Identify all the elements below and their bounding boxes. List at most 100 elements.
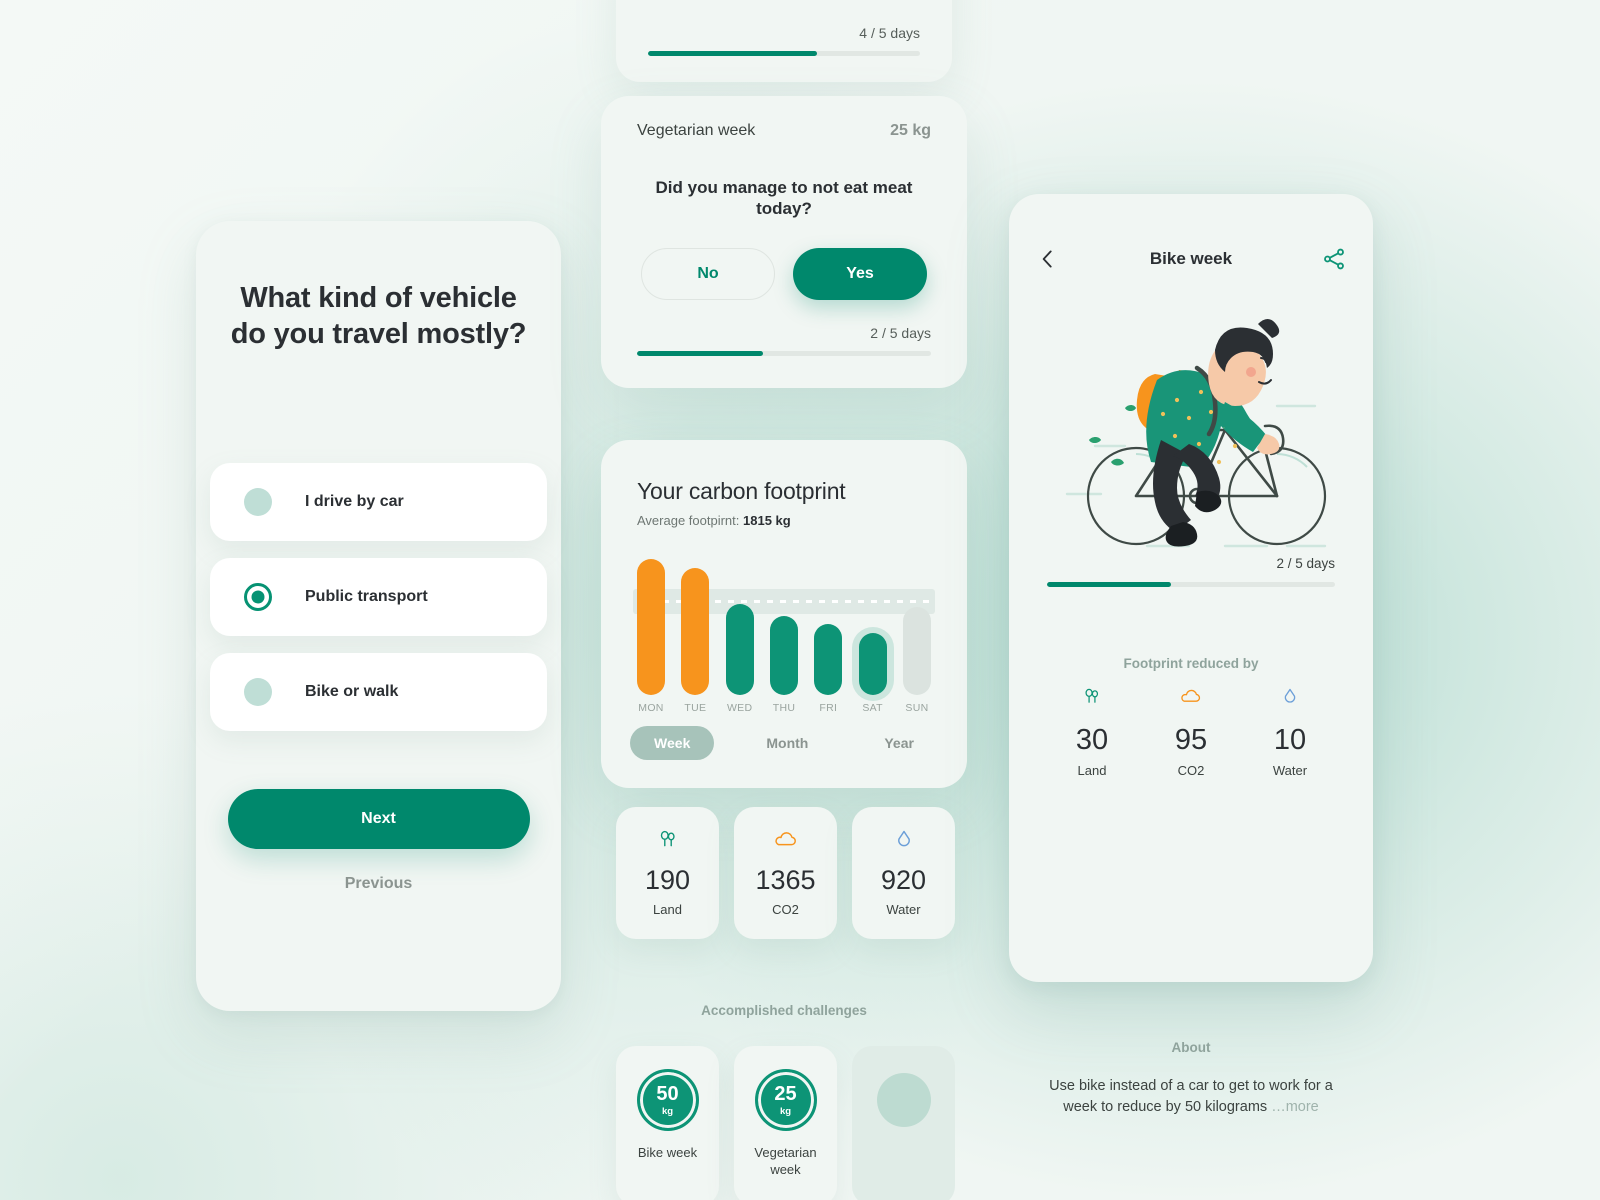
tab-week[interactable]: Week: [630, 726, 715, 760]
accomplished-challenges-title: Accomplished challenges: [701, 1003, 867, 1018]
bar-chart-plot: MON TUE WED THU FRI SAT SUN: [633, 550, 935, 714]
read-more-link[interactable]: …more: [1271, 1099, 1319, 1115]
badge-unit: kg: [661, 1105, 674, 1117]
challenge-card-partial: 4 / 5 days: [616, 0, 952, 82]
detail-header: Bike week: [1035, 246, 1347, 272]
radio-icon[interactable]: [244, 677, 272, 706]
vegetarian-challenge-card: Vegetarian week 25 kg Did you manage to …: [601, 96, 967, 388]
option-bike-or-walk[interactable]: Bike or walk: [210, 652, 547, 731]
stat-value: 920: [880, 865, 927, 895]
question-line-2: do you travel mostly?: [230, 317, 527, 350]
bar-fri[interactable]: [814, 550, 843, 695]
stat-value: 1365: [755, 865, 816, 895]
achievement-badges: 50 kg Bike week 25 kg Vegetarian week: [616, 1046, 955, 1200]
badge-card-vegetarian-week[interactable]: 25 kg Vegetarian week: [734, 1046, 837, 1200]
badge-label: Bike week: [637, 1145, 698, 1160]
x-label-wed: WED: [726, 702, 753, 714]
reduced-stat-land: 30 Land: [1047, 686, 1137, 778]
chart-subtitle-prefix: Average footpirnt:: [637, 513, 743, 528]
progress-track[interactable]: [637, 351, 931, 356]
tab-year[interactable]: Year: [860, 726, 938, 760]
challenge-question-line-2: today?: [756, 198, 812, 218]
reduced-stat-value: 10: [1273, 724, 1307, 756]
badge-card-locked[interactable]: [852, 1046, 955, 1200]
stat-label: CO2: [772, 902, 799, 917]
bar-fill: [769, 616, 798, 695]
challenge-answer-buttons: No Yes: [637, 247, 931, 300]
progress-section: 2 / 5 days: [1047, 556, 1335, 587]
x-label-tue: TUE: [684, 702, 707, 714]
chart-bars-container: [637, 550, 931, 701]
progress-label: 4 / 5 days: [859, 25, 920, 41]
stat-value: 190: [644, 865, 691, 895]
water-drop-icon: [1282, 686, 1298, 708]
badge-ring-icon: 25 kg: [754, 1069, 817, 1131]
reduced-stat-label: CO2: [1177, 763, 1205, 778]
bar-fill: [681, 568, 710, 695]
stat-card-land[interactable]: 190 Land: [616, 807, 719, 939]
answer-no-button[interactable]: No: [641, 247, 775, 300]
progress-track[interactable]: [1047, 582, 1335, 587]
progress-fill: [1047, 582, 1171, 587]
badge-value: 25: [774, 1082, 797, 1105]
bar-wed[interactable]: [725, 550, 754, 695]
stat-card-co2[interactable]: 1365 CO2: [734, 807, 837, 939]
option-label: Public transport: [305, 587, 428, 605]
challenge-name: Vegetarian week: [637, 122, 756, 139]
cyclist-illustration: [1029, 294, 1353, 564]
badge-card-bike-week[interactable]: 50 kg Bike week: [616, 1046, 719, 1200]
stat-card-water[interactable]: 920 Water: [852, 807, 955, 939]
option-label: I drive by car: [305, 492, 404, 510]
stat-label: Land: [653, 902, 682, 917]
bike-week-detail-panel: Bike week 2 / 5 days Footprint reduced b…: [1009, 194, 1373, 1115]
share-icon[interactable]: [1321, 246, 1347, 272]
bar-fill: [858, 633, 887, 695]
badge-label: Vegetarian week: [754, 1145, 817, 1177]
bar-thu[interactable]: [769, 550, 798, 695]
reduced-stat-co2: 95 CO2: [1146, 686, 1236, 778]
previous-button[interactable]: Previous: [345, 875, 413, 893]
progress-label: 2 / 5 days: [870, 325, 931, 341]
bar-fill: [902, 607, 931, 695]
badge-value: 50: [656, 1082, 679, 1105]
bar-tue[interactable]: [681, 550, 710, 695]
radio-selected-icon[interactable]: [244, 582, 272, 611]
bar-sun[interactable]: [902, 550, 931, 695]
bar-fill: [814, 624, 843, 695]
bar-sat[interactable]: [851, 550, 894, 701]
challenge-question-line-1: Did you manage to not eat meat: [655, 178, 913, 197]
answer-yes-button[interactable]: Yes: [793, 247, 927, 300]
option-drive-by-car[interactable]: I drive by car: [210, 462, 547, 541]
bar-mon[interactable]: [637, 550, 665, 695]
x-label-sat: SAT: [862, 702, 883, 714]
detail-title: Bike week: [1149, 249, 1233, 268]
chevron-left-icon[interactable]: [1035, 246, 1061, 272]
chart-header: Your carbon footprint Average footpirnt:…: [633, 478, 935, 714]
tab-month[interactable]: Month: [742, 726, 832, 760]
onboarding-question-panel: What kind of vehicle do you travel mostl…: [196, 221, 561, 1011]
challenge-question: Did you manage to not eat meat today?: [637, 178, 931, 220]
chart-subtitle: Average footpirnt: 1815 kg: [637, 513, 931, 528]
bar-fill: [637, 559, 665, 695]
water-drop-icon: [895, 829, 913, 851]
next-button[interactable]: Next: [227, 788, 530, 849]
chart-x-axis-labels: MON TUE WED THU FRI SAT SUN: [637, 702, 931, 714]
cloud-icon: [774, 829, 798, 851]
trees-icon: [657, 829, 679, 851]
progress-track[interactable]: [648, 51, 920, 56]
progress-fill: [637, 351, 764, 356]
x-label-mon: MON: [638, 702, 664, 714]
vehicle-options-list: I drive by car Public transport Bike or …: [196, 462, 561, 731]
progress-section: 2 / 5 days: [637, 325, 931, 356]
stat-label: Water: [886, 902, 921, 917]
footprint-stat-cards: 190 Land 1365 CO2 920 Water: [616, 807, 955, 939]
period-segmented-control: Week Month Year: [630, 726, 931, 760]
radio-icon[interactable]: [244, 487, 272, 516]
cloud-icon: [1180, 686, 1202, 708]
carbon-footprint-chart-card: Your carbon footprint Average footpirnt:…: [601, 440, 967, 788]
reduced-stat-value: 30: [1075, 724, 1109, 756]
reduced-stat-label: Land: [1077, 763, 1107, 778]
option-public-transport[interactable]: Public transport: [210, 557, 547, 636]
about-title: About: [1171, 1040, 1211, 1055]
chart-average-value: 1815 kg: [743, 513, 791, 528]
